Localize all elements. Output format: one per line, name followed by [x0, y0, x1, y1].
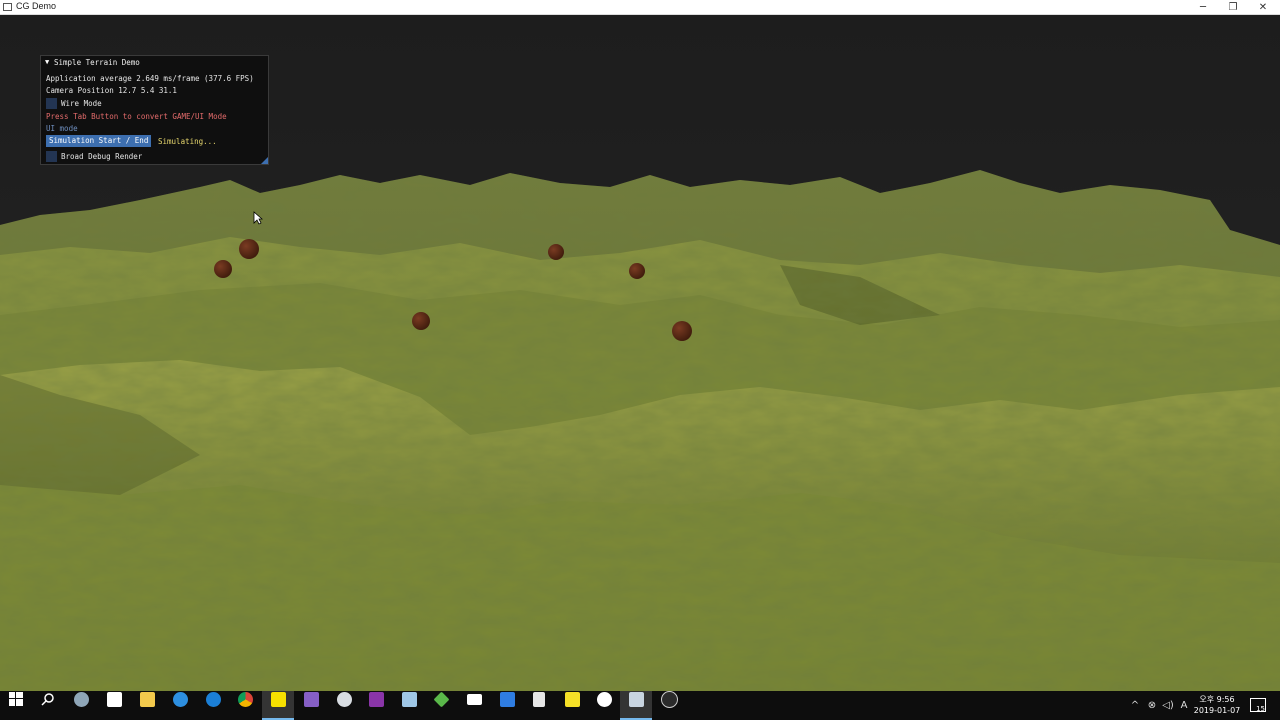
fps-text: Application average 2.649 ms/frame (377.… — [46, 74, 254, 83]
ui-mode-text: UI mode — [46, 124, 78, 133]
mode-hint-text: Press Tab Button to convert GAME/UI Mode — [46, 112, 227, 121]
panel-header[interactable]: ▼ Simple Terrain Demo — [41, 56, 268, 69]
terrain-demo-panel[interactable]: ▼ Simple Terrain Demo Application averag… — [40, 55, 269, 165]
mail-icon[interactable] — [458, 691, 490, 720]
edge-icon[interactable] — [197, 691, 229, 720]
visual-studio-icon[interactable] — [295, 691, 327, 720]
chrome-icon[interactable] — [229, 691, 261, 720]
onenote-icon[interactable] — [360, 691, 392, 720]
wire-mode-checkbox[interactable] — [46, 98, 57, 109]
simulation-toggle-button[interactable]: Simulation Start / End — [46, 135, 152, 147]
sphere-5 — [412, 312, 430, 330]
calculator-icon[interactable] — [523, 691, 555, 720]
wire-mode-label: Wire Mode — [61, 99, 102, 108]
sphere-6 — [672, 321, 692, 341]
notification-count: 15 — [1256, 705, 1265, 713]
file-explorer-icon[interactable] — [131, 691, 163, 720]
window-title: CG Demo — [16, 1, 57, 11]
windows-taskbar: ^ ⊗ ◁) A 오후 9:56 2019-01-07 15 — [0, 691, 1280, 720]
minimize-button[interactable]: ─ — [1188, 0, 1218, 15]
clock-date: 2019-01-07 — [1193, 706, 1241, 715]
network-icon[interactable]: ⊗ — [1144, 691, 1160, 720]
window-title-bar[interactable]: CG Demo ─ ❐ ✕ — [0, 0, 1280, 15]
sphere-4 — [629, 263, 645, 279]
maximize-button[interactable]: ❐ — [1218, 0, 1248, 15]
app-window-icon — [3, 3, 12, 11]
clock-time: 오후 9:56 — [1199, 695, 1235, 704]
github-icon[interactable] — [588, 691, 620, 720]
cloud-app-icon[interactable] — [328, 691, 360, 720]
sphere-3 — [548, 244, 564, 260]
panel-resize-grip[interactable] — [261, 157, 268, 164]
volume-icon[interactable]: ◁) — [1160, 691, 1176, 720]
collapse-arrow-icon[interactable]: ▼ — [45, 58, 49, 66]
simulation-status-text: Simulating... — [158, 137, 217, 146]
camera-position-text: Camera Position 12.7 5.4 31.1 — [46, 86, 177, 95]
tray-chevron-icon[interactable]: ^ — [1128, 691, 1142, 720]
panel-title: Simple Terrain Demo — [54, 58, 140, 67]
ie-icon[interactable] — [164, 691, 196, 720]
system-clock[interactable]: 오후 9:56 2019-01-07 — [1192, 694, 1242, 716]
notification-center-icon[interactable]: 15 — [1250, 698, 1266, 713]
cg-demo-icon[interactable] — [620, 691, 652, 720]
broad-debug-label: Broad Debug Render — [61, 152, 143, 161]
mouse-cursor-icon — [253, 211, 263, 225]
store-icon[interactable] — [98, 691, 130, 720]
obs-icon[interactable] — [653, 691, 685, 720]
ime-indicator[interactable]: A — [1176, 691, 1192, 720]
close-button[interactable]: ✕ — [1248, 0, 1278, 15]
cortana-icon[interactable] — [65, 691, 97, 720]
notes-app-icon[interactable] — [393, 691, 425, 720]
sphere-1 — [239, 239, 259, 259]
sphere-2 — [214, 260, 232, 278]
search-icon[interactable] — [32, 691, 64, 720]
dropbox-icon[interactable] — [491, 691, 523, 720]
kakaotalk-icon[interactable] — [262, 691, 294, 720]
windows-start-icon[interactable] — [0, 691, 32, 720]
grass-texture — [0, 170, 1280, 691]
sticky-notes-icon[interactable] — [556, 691, 588, 720]
broad-debug-checkbox[interactable] — [46, 151, 57, 162]
gem-app-icon[interactable] — [425, 691, 457, 720]
